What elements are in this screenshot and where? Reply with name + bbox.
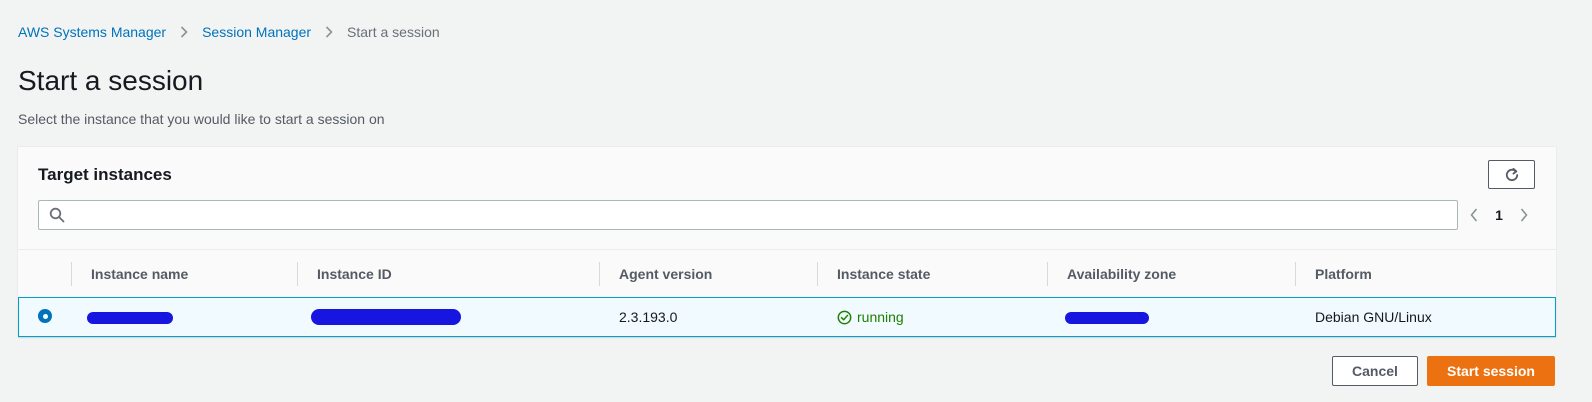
- next-page-button[interactable]: [1514, 203, 1534, 227]
- cell-platform: Debian GNU/Linux: [1315, 309, 1432, 325]
- redaction-mark: [87, 312, 173, 324]
- refresh-icon: [1505, 167, 1518, 181]
- status-running: running: [817, 309, 904, 325]
- cell-agent-version: 2.3.193.0: [619, 309, 678, 325]
- cell-instance-id: [297, 298, 599, 336]
- search-input[interactable]: [73, 201, 1453, 229]
- pagination: 1: [1464, 203, 1534, 227]
- cell-instance-state: running: [817, 298, 1047, 336]
- table-header: Instance name Instance ID Agent version …: [18, 249, 1556, 297]
- page-number[interactable]: 1: [1484, 207, 1514, 223]
- column-header-platform[interactable]: Platform: [1295, 250, 1556, 297]
- column-header-instance-state[interactable]: Instance state: [817, 250, 1047, 297]
- row-select-radio[interactable]: [38, 309, 52, 323]
- target-instances-panel: Target instances 1 Instance name Instanc…: [18, 146, 1556, 337]
- chevron-right-icon: [1520, 208, 1528, 222]
- table-row[interactable]: 2.3.193.0 running Debian GNU/Linux: [18, 297, 1556, 337]
- previous-page-button[interactable]: [1464, 203, 1484, 227]
- check-circle-icon: [837, 310, 852, 324]
- column-header-instance-name[interactable]: Instance name: [71, 250, 297, 297]
- page-title: Start a session: [18, 65, 204, 96]
- target-instances-title: Target instances: [38, 165, 172, 184]
- start-session-button[interactable]: Start session: [1427, 356, 1555, 386]
- column-header-availability-zone[interactable]: Availability zone: [1047, 250, 1295, 297]
- refresh-button[interactable]: [1488, 160, 1535, 189]
- chevron-left-icon: [1470, 208, 1478, 222]
- cell-instance-name: [71, 298, 297, 336]
- redaction-mark: [311, 309, 461, 325]
- cell-availability-zone: [1047, 298, 1295, 336]
- search-icon: [49, 207, 65, 223]
- chevron-right-icon: [166, 26, 202, 38]
- breadcrumb: AWS Systems Manager Session Manager Star…: [18, 22, 440, 42]
- page-description: Select the instance that you would like …: [18, 111, 385, 127]
- breadcrumb-systems-manager[interactable]: AWS Systems Manager: [18, 24, 166, 40]
- cancel-button[interactable]: Cancel: [1332, 356, 1418, 386]
- column-header-instance-id[interactable]: Instance ID: [297, 250, 599, 297]
- breadcrumb-current: Start a session: [347, 24, 440, 40]
- column-header-agent-version[interactable]: Agent version: [599, 250, 817, 297]
- chevron-right-icon: [311, 26, 347, 38]
- breadcrumb-session-manager[interactable]: Session Manager: [202, 24, 311, 40]
- redaction-mark: [1065, 312, 1149, 324]
- search-box: [38, 200, 1458, 230]
